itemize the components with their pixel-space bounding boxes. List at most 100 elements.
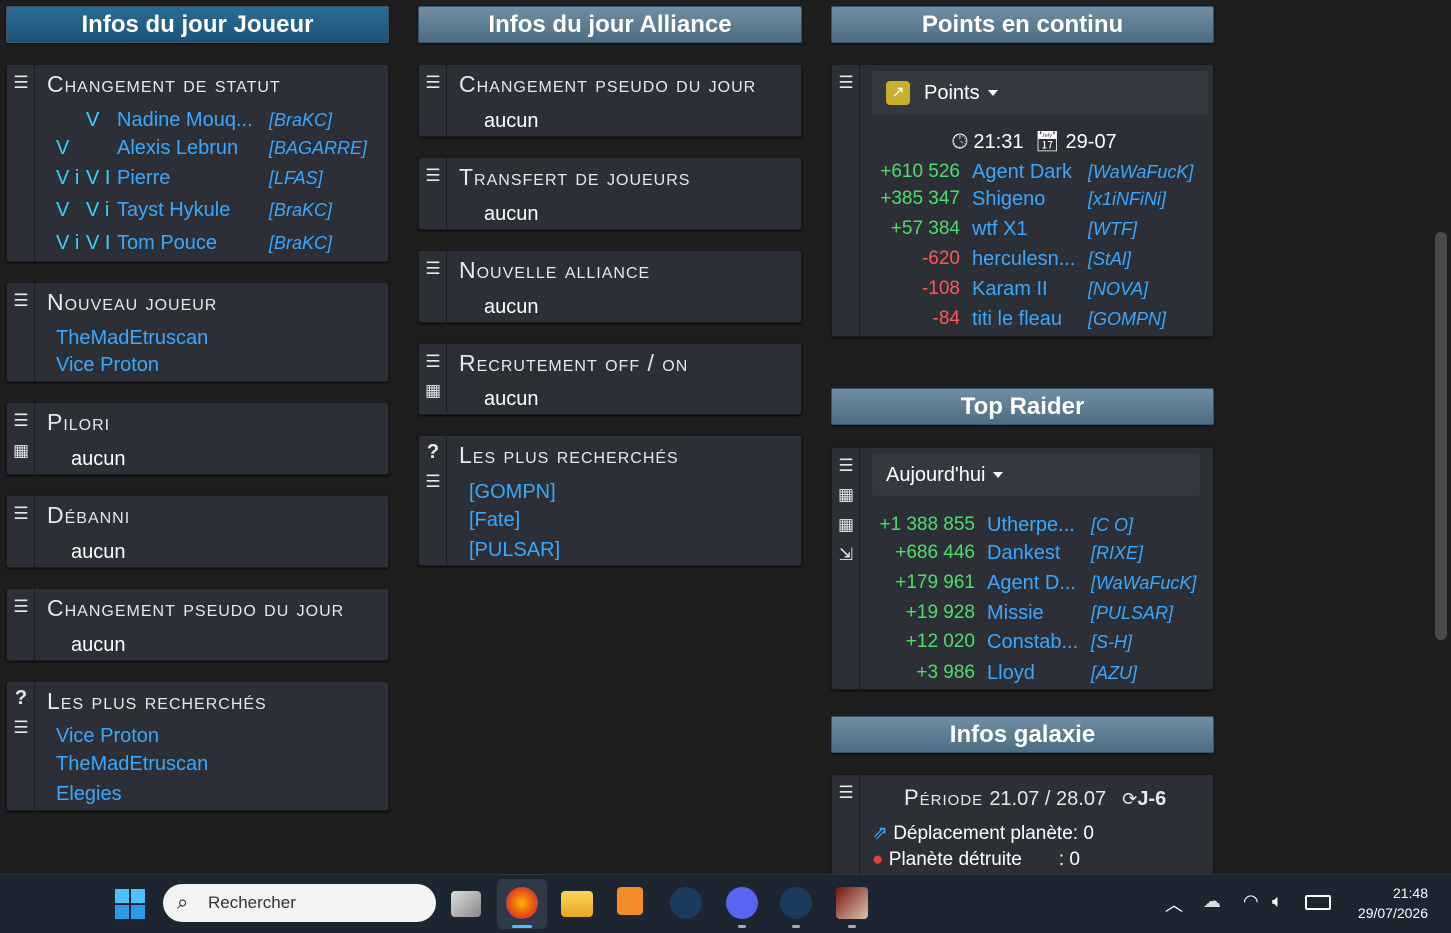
player-link[interactable]: Constab... xyxy=(987,631,1078,654)
help-icon[interactable]: ? xyxy=(423,442,443,462)
table-icon[interactable]: ▦ xyxy=(836,515,856,535)
alliance-link[interactable]: [PULSAR] xyxy=(469,539,560,562)
status-flag-old: V i xyxy=(56,232,80,254)
calendar-icon: 📅︎ xyxy=(1034,131,1060,153)
list-icon[interactable]: ☰ xyxy=(11,504,31,524)
list-icon[interactable]: ☰ xyxy=(11,411,31,431)
panel-debanni: ☰ Débanni aucun xyxy=(6,495,389,568)
chevron-down-icon xyxy=(993,472,1004,478)
alliance-tag[interactable]: [WTF] xyxy=(1088,219,1137,240)
player-link[interactable]: Missie xyxy=(987,602,1044,625)
player-link[interactable]: Karam II xyxy=(972,278,1048,301)
player-link[interactable]: Utherpe... xyxy=(987,514,1075,537)
player-link[interactable]: Shigeno xyxy=(972,188,1045,211)
list-icon[interactable]: ☰ xyxy=(423,166,443,186)
list-icon[interactable]: ☰ xyxy=(423,259,443,279)
player-link[interactable]: wtf X1 xyxy=(972,218,1028,241)
export-icon[interactable]: ⇲ xyxy=(836,545,856,565)
alliance-tag[interactable]: [LFAS] xyxy=(269,168,323,189)
table-icon[interactable]: ▦ xyxy=(423,381,443,401)
taskbar: ⌕ Rechercher ︿ ☁ ◠ 🔈︎ 21:48 29/07/2026 xyxy=(0,874,1451,933)
list-icon[interactable]: ☰ xyxy=(423,352,443,372)
period-dropdown[interactable]: Aujourd'hui xyxy=(872,454,1200,496)
game-icon[interactable] xyxy=(836,887,868,919)
column-galaxie: Infos galaxie xyxy=(831,716,1214,753)
player-link[interactable]: Vice Proton xyxy=(56,725,159,748)
player-link[interactable]: Agent Dark xyxy=(972,161,1072,184)
running-indicator xyxy=(738,925,746,928)
list-icon[interactable]: ☰ xyxy=(836,73,856,93)
search-icon: ⌕ xyxy=(177,892,189,914)
player-link[interactable]: Tom Pouce xyxy=(117,232,217,255)
alliance-tag[interactable]: [StAl] xyxy=(1088,249,1131,270)
alliance-tag[interactable]: [GOMPN] xyxy=(1088,309,1166,330)
windows-start-icon[interactable] xyxy=(115,889,145,919)
player-link[interactable]: titi le fleau xyxy=(972,308,1062,331)
player-link[interactable]: herculesn... xyxy=(972,248,1075,271)
scrollbar-thumb[interactable] xyxy=(1435,232,1447,640)
points-dropdown[interactable]: ↗ Points xyxy=(872,71,1208,115)
discord-icon[interactable] xyxy=(726,887,758,919)
alliance-tag[interactable]: [NOVA] xyxy=(1088,279,1148,300)
media-player-icon[interactable] xyxy=(617,887,643,915)
alliance-tag[interactable]: [C O] xyxy=(1091,515,1133,536)
player-link[interactable]: Dankest xyxy=(987,542,1060,565)
list-icon[interactable]: ☰ xyxy=(11,73,31,93)
alliance-tag[interactable]: [BraKC] xyxy=(269,233,332,254)
list-icon[interactable]: ☰ xyxy=(423,472,443,492)
clock[interactable]: 21:48 29/07/2026 xyxy=(1348,883,1428,923)
raid-amount: +686 446 xyxy=(895,542,975,563)
column-points: Points en continu xyxy=(831,6,1214,43)
periode-value: 21.07 / 28.07 xyxy=(989,788,1107,810)
player-link[interactable]: Pierre xyxy=(117,167,170,190)
table-icon[interactable]: ▦ xyxy=(836,485,856,505)
status-flag-old: V xyxy=(56,137,70,159)
player-link[interactable]: Lloyd xyxy=(987,662,1035,685)
alliance-tag[interactable]: [x1iNFiNi] xyxy=(1088,189,1166,210)
list-icon[interactable]: ☰ xyxy=(11,718,31,738)
alliance-tag[interactable]: [AZU] xyxy=(1091,663,1137,684)
alliance-tag[interactable]: [RIXE] xyxy=(1091,543,1143,564)
player-link[interactable]: TheMadEtruscan xyxy=(56,753,208,776)
battery-icon[interactable] xyxy=(1305,895,1331,910)
wifi-icon[interactable]: ◠ xyxy=(1243,891,1259,912)
list-icon[interactable]: ☰ xyxy=(11,291,31,311)
file-explorer-icon[interactable] xyxy=(561,891,593,917)
firefox-icon[interactable] xyxy=(506,887,538,919)
list-icon[interactable]: ☰ xyxy=(836,783,856,803)
alliance-tag[interactable]: [BraKC] xyxy=(269,200,332,221)
list-icon[interactable]: ☰ xyxy=(11,597,31,617)
volume-icon[interactable]: 🔈︎ xyxy=(1272,891,1283,912)
player-link[interactable]: Vice Proton xyxy=(56,354,159,377)
status-flag-old: V xyxy=(56,199,70,221)
player-link[interactable]: TheMadEtruscan xyxy=(56,327,208,350)
alliance-tag[interactable]: [WaWaFucK] xyxy=(1088,162,1193,183)
search-input[interactable]: ⌕ Rechercher xyxy=(163,884,436,922)
alliance-tag[interactable]: [BAGARRE] xyxy=(269,138,367,159)
steam-icon[interactable] xyxy=(670,887,702,919)
list-icon[interactable]: ☰ xyxy=(423,73,443,93)
alliance-link[interactable]: [GOMPN] xyxy=(469,481,556,504)
panel-title: Changement pseudo du jour xyxy=(459,71,757,97)
alliance-tag[interactable]: [BraKC] xyxy=(269,110,332,131)
player-link[interactable]: Elegies xyxy=(56,783,122,806)
refresh-icon: ⟳ xyxy=(1122,789,1138,809)
cloud-icon[interactable]: ☁ xyxy=(1203,891,1221,912)
player-link[interactable]: Alexis Lebrun xyxy=(117,137,238,160)
player-link[interactable]: Nadine Mouq... xyxy=(117,109,253,132)
alliance-tag[interactable]: [WaWaFucK] xyxy=(1091,573,1196,594)
player-link[interactable]: Tayst Hykule xyxy=(117,199,230,222)
table-icon[interactable]: ▦ xyxy=(11,441,31,461)
alliance-tag[interactable]: [PULSAR] xyxy=(1091,603,1173,624)
chevron-up-icon[interactable]: ︿ xyxy=(1165,891,1183,917)
steam-icon[interactable] xyxy=(780,887,812,919)
panel-galaxie: ☰ Période 21.07 / 28.07 ⟳J-6 ⇗ Déplaceme… xyxy=(831,774,1214,874)
task-view-icon[interactable] xyxy=(451,891,481,917)
alliance-tag[interactable]: [S-H] xyxy=(1091,632,1132,653)
alliance-link[interactable]: [Fate] xyxy=(469,509,520,532)
chart-up-icon: ↗ xyxy=(886,81,910,105)
list-icon[interactable]: ☰ xyxy=(836,456,856,476)
help-icon[interactable]: ? xyxy=(11,688,31,708)
player-link[interactable]: Agent D... xyxy=(987,572,1076,595)
points-delta: +610 526 xyxy=(880,161,960,182)
